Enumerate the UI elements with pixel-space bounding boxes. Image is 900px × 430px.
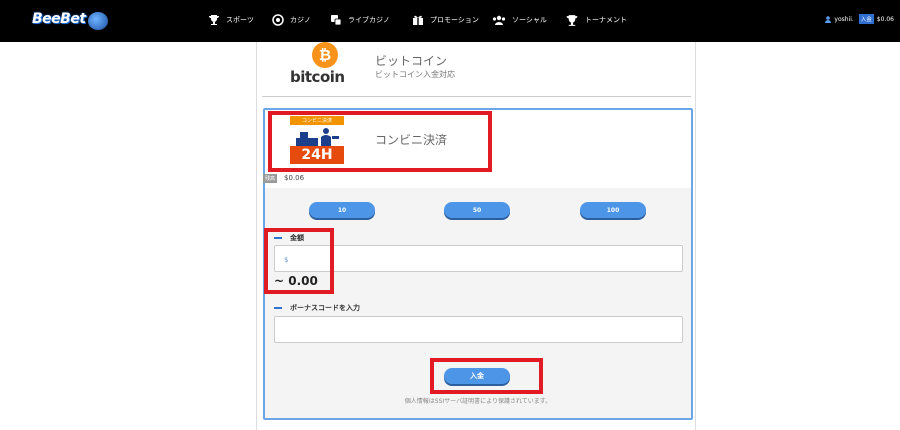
logo-mascot-icon: [88, 12, 108, 30]
user-icon: [825, 15, 832, 23]
trophy-icon: [209, 15, 219, 25]
highlight-amount: [264, 228, 334, 294]
nav-promotions[interactable]: プロモーション: [412, 12, 479, 28]
gift-icon: [413, 15, 423, 25]
nav-label: カジノ: [290, 16, 311, 24]
nav-label: ライブカジノ: [348, 16, 390, 24]
amount-button-10[interactable]: 10: [309, 202, 375, 218]
bitcoin-header: ₿ bitcoin ビットコイン ビットコイン入金対応: [290, 42, 690, 94]
balance-tag: 残高: [263, 174, 278, 183]
logo-text: BeeBet: [32, 11, 86, 27]
divider: [262, 96, 691, 97]
bitcoin-wordmark: bitcoin: [290, 68, 345, 86]
bitcoin-title: ビットコイン: [375, 54, 448, 68]
nav-casino[interactable]: カジノ: [272, 12, 311, 28]
poker-chip-icon: [272, 14, 284, 26]
trophy-icon: [566, 14, 578, 26]
highlight-submit: [430, 358, 543, 394]
nav-label: スポーツ: [226, 16, 254, 24]
nav-label: ソーシャル: [512, 16, 547, 24]
nav-label: トーナメント: [585, 16, 627, 24]
dice-icon: [331, 15, 342, 26]
balance-value: $0.06: [284, 174, 305, 182]
highlight-payment-method: [268, 111, 492, 172]
deposit-badge[interactable]: 入金: [858, 14, 874, 24]
nav-social[interactable]: ソーシャル: [492, 12, 547, 28]
beebet-logo[interactable]: BeeBet: [28, 6, 110, 34]
nav-label: プロモーション: [430, 16, 479, 24]
bonus-code-label: ボーナスコードを入力: [290, 304, 360, 312]
amount-button-50[interactable]: 50: [444, 202, 510, 218]
privacy-note: 個人情報はSSIサーバ証明書により保護されています。: [404, 398, 552, 405]
bonus-code-input[interactable]: [274, 316, 683, 343]
nav-sports[interactable]: スポーツ: [208, 12, 254, 28]
bonus-section-marker: [274, 307, 282, 309]
user-area: yoshii. 入金 $0.06: [825, 14, 894, 24]
bitcoin-subtitle: ビットコイン入金対応: [375, 70, 455, 79]
amount-button-100[interactable]: 100: [580, 202, 646, 218]
user-balance: $0.06: [876, 15, 894, 23]
nav-live-casino[interactable]: ライブカジノ: [330, 12, 390, 28]
top-navigation-bar: BeeBet スポーツ カジノ ライブカジノ プロモーション ソーシャル トーナ…: [0, 0, 900, 42]
username[interactable]: yoshii.: [834, 16, 853, 23]
amount-input[interactable]: $: [274, 245, 683, 272]
nav-tournament[interactable]: トーナメント: [565, 12, 627, 28]
bitcoin-logo-icon: ₿: [312, 42, 338, 68]
users-icon: [492, 15, 506, 25]
